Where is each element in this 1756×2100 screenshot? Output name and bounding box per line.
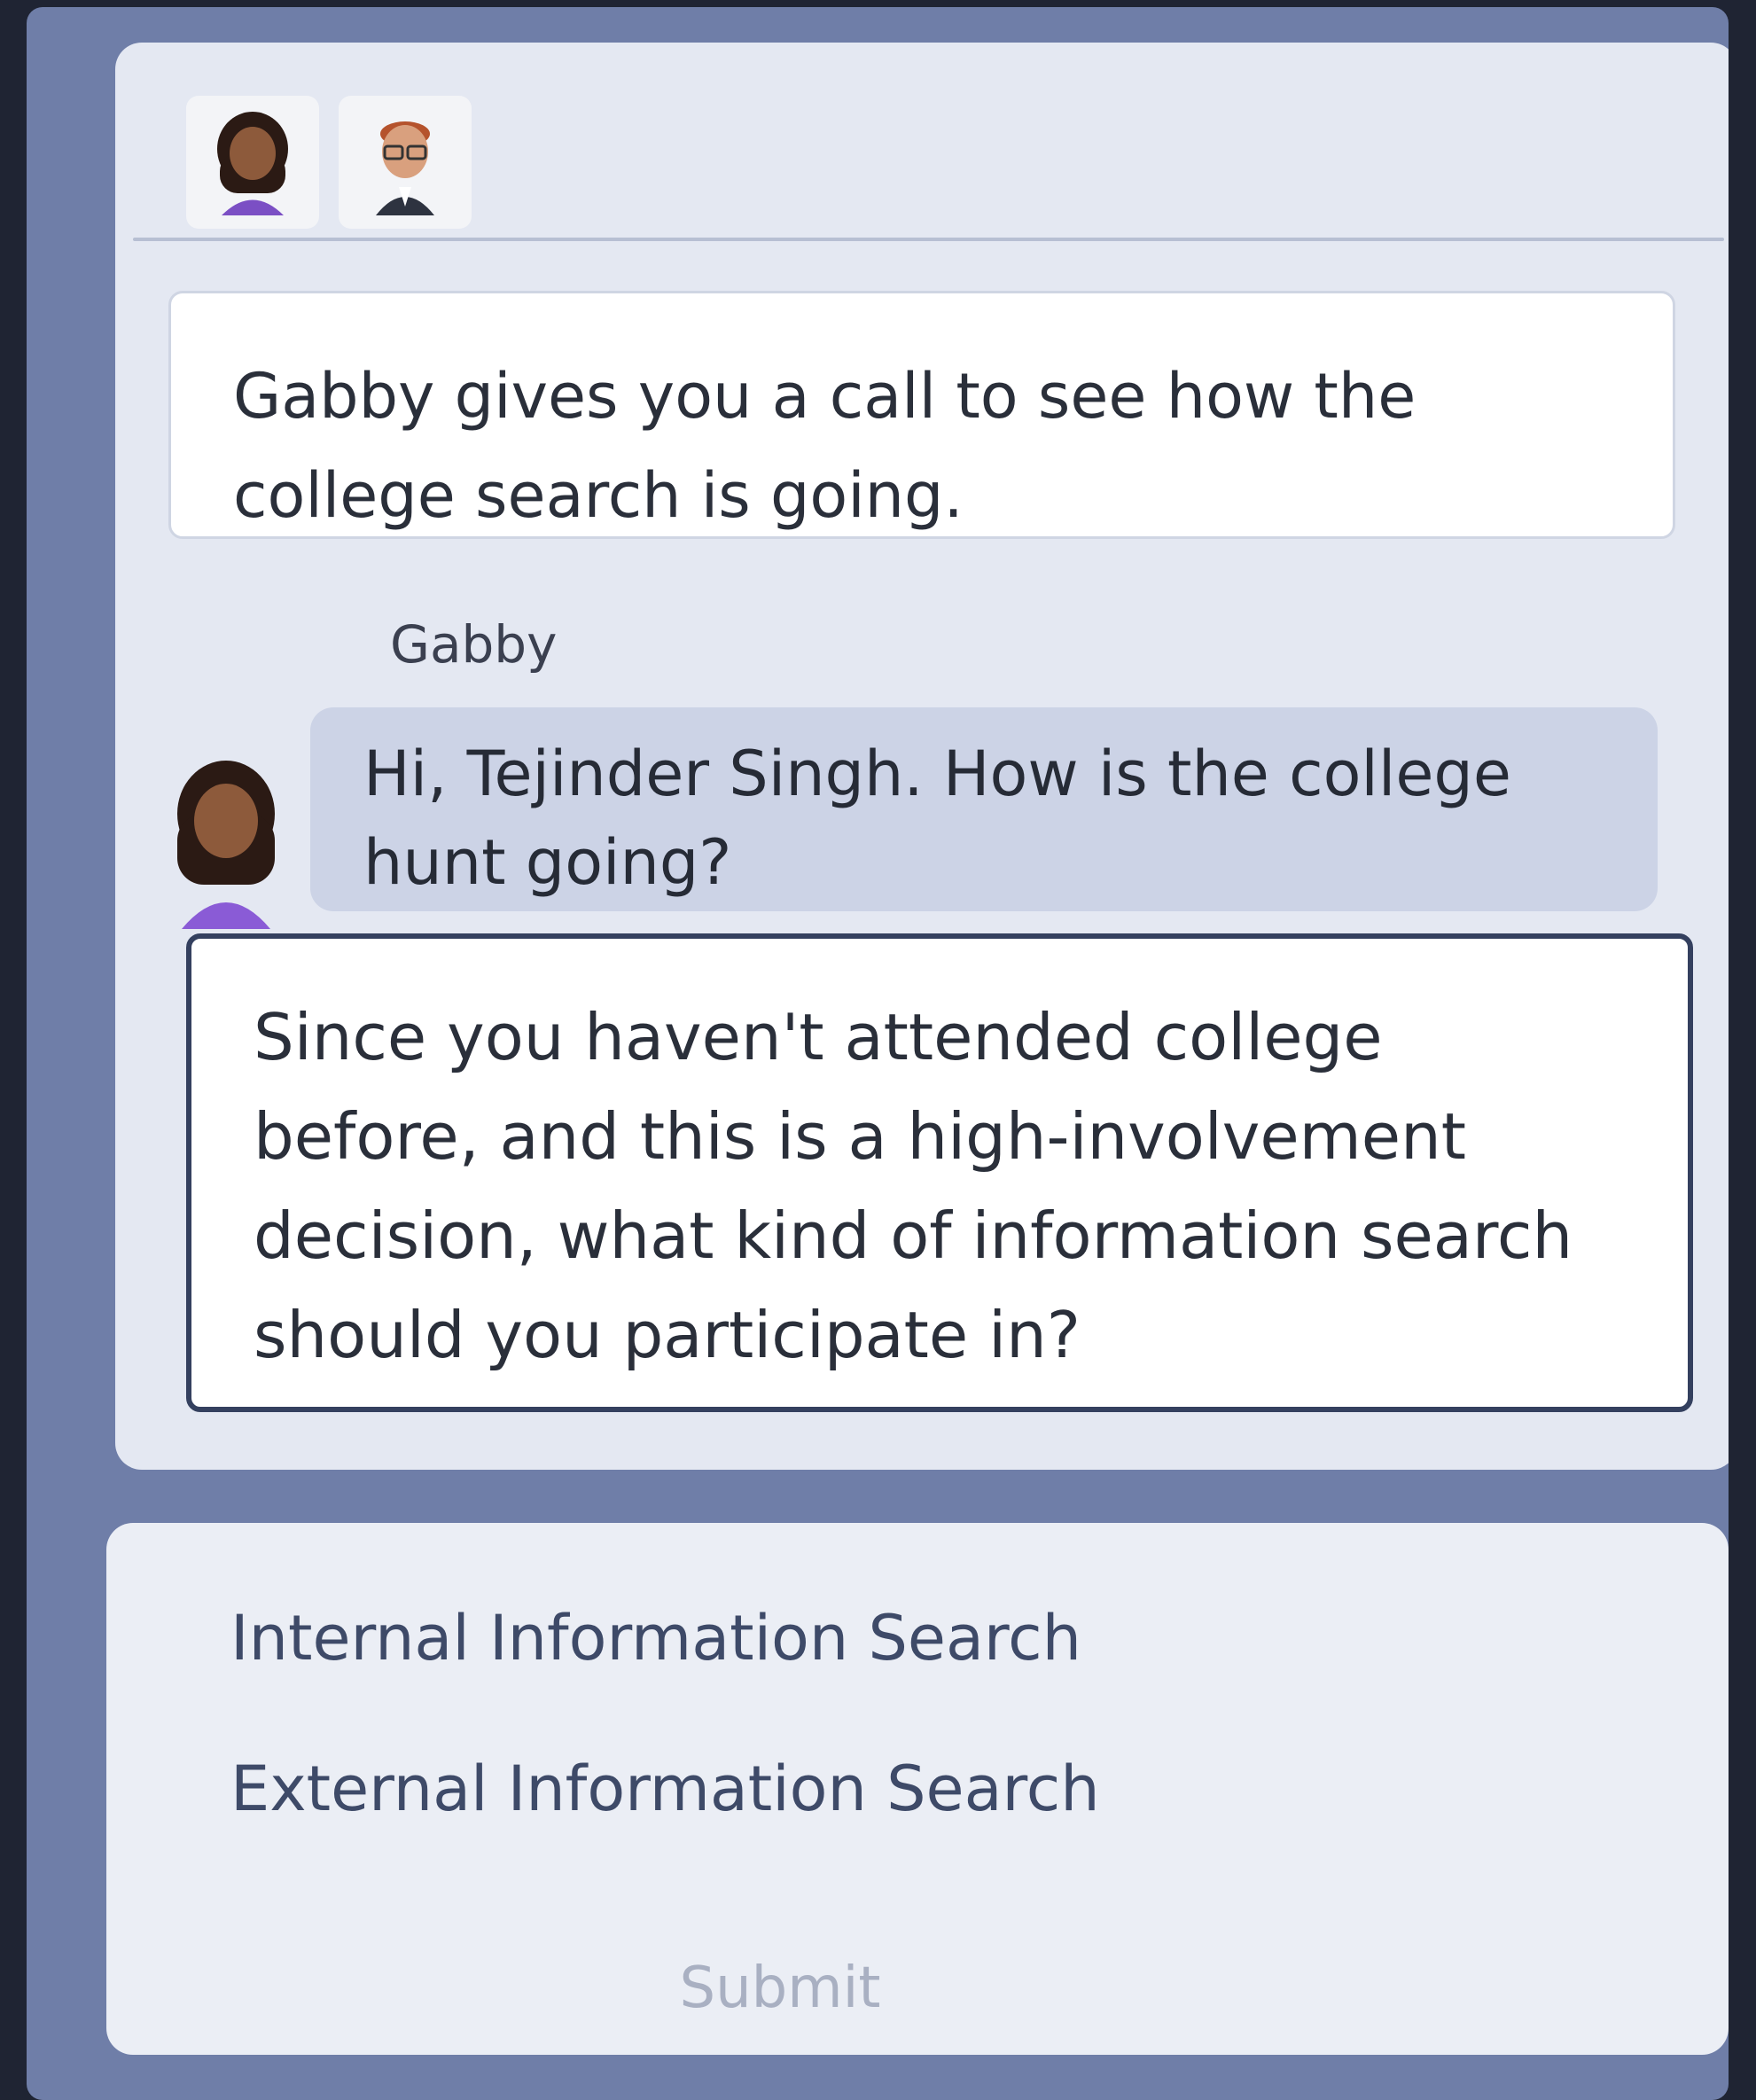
participant-avatar-tejinder <box>339 96 472 229</box>
question-card: Since you haven't attended college befor… <box>186 933 1693 1412</box>
speech-bubble: Hi, Tejinder Singh. How is the college h… <box>310 707 1658 911</box>
participant-avatars <box>186 96 472 229</box>
header-divider <box>133 238 1724 241</box>
narration-card: Gabby gives you a call to see how the co… <box>168 291 1675 539</box>
answer-panel: Internal Information Search External Inf… <box>106 1523 1729 2055</box>
woman-avatar-icon <box>217 112 288 215</box>
speaker-avatar-icon <box>177 761 275 929</box>
speaker-name: Gabby <box>390 614 558 675</box>
dialogue-panel: Gabby gives you a call to see how the co… <box>115 43 1729 1470</box>
answer-option-external-search[interactable]: External Information Search <box>160 1727 1666 1851</box>
man-with-glasses-avatar-icon <box>376 121 434 215</box>
participant-avatar-gabby <box>186 96 319 229</box>
answer-option-internal-search[interactable]: Internal Information Search <box>160 1576 1666 1700</box>
submit-button[interactable]: Submit <box>567 1940 993 2037</box>
screen: Gabby gives you a call to see how the co… <box>27 7 1729 2100</box>
